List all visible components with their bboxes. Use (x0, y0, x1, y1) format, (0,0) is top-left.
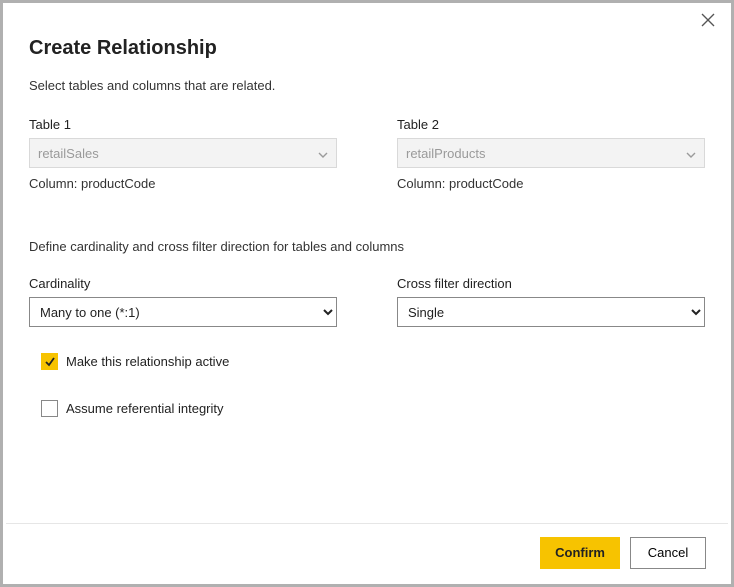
close-button[interactable] (701, 13, 717, 29)
table1-select-value: retailSales (38, 146, 99, 161)
cancel-button[interactable]: Cancel (630, 537, 706, 569)
cardinality-select[interactable]: Many to one (*:1) (29, 297, 337, 327)
table1-select[interactable]: retailSales (29, 138, 337, 168)
dialog-window: Create Relationship Select tables and co… (0, 0, 734, 587)
confirm-button[interactable]: Confirm (540, 537, 620, 569)
checkbox-active-label: Make this relationship active (66, 354, 229, 369)
table2-select-value: retailProducts (406, 146, 485, 161)
chevron-down-icon (318, 146, 328, 161)
cross-filter-select[interactable]: Single (397, 297, 705, 327)
options-row: Cardinality Many to one (*:1) Cross filt… (29, 276, 705, 327)
table2-label: Table 2 (397, 117, 705, 132)
close-icon (701, 13, 715, 27)
cardinality-column: Cardinality Many to one (*:1) (29, 276, 337, 327)
chevron-down-icon (686, 146, 696, 161)
table2-column: Table 2 retailProducts Column: productCo… (397, 117, 705, 191)
dialog-title: Create Relationship (29, 37, 705, 60)
table1-column: Table 1 retailSales Column: productCode (29, 117, 337, 191)
checkbox-integrity[interactable] (41, 400, 58, 417)
section-text: Define cardinality and cross filter dire… (29, 239, 705, 254)
checkbox-active[interactable] (41, 353, 58, 370)
checkbox-active-row: Make this relationship active (41, 353, 705, 370)
table2-select[interactable]: retailProducts (397, 138, 705, 168)
dialog-subtitle: Select tables and columns that are relat… (29, 78, 705, 93)
cross-filter-column: Cross filter direction Single (397, 276, 705, 327)
table1-column-text: Column: productCode (29, 176, 337, 191)
dialog-footer: Confirm Cancel (6, 523, 728, 581)
check-icon (44, 356, 56, 368)
checkbox-integrity-label: Assume referential integrity (66, 401, 224, 416)
cross-filter-label: Cross filter direction (397, 276, 705, 291)
checkbox-integrity-row: Assume referential integrity (41, 400, 705, 417)
cardinality-label: Cardinality (29, 276, 337, 291)
table2-column-text: Column: productCode (397, 176, 705, 191)
dialog-content: Create Relationship Select tables and co… (3, 3, 731, 417)
table1-label: Table 1 (29, 117, 337, 132)
tables-row: Table 1 retailSales Column: productCode … (29, 117, 705, 191)
